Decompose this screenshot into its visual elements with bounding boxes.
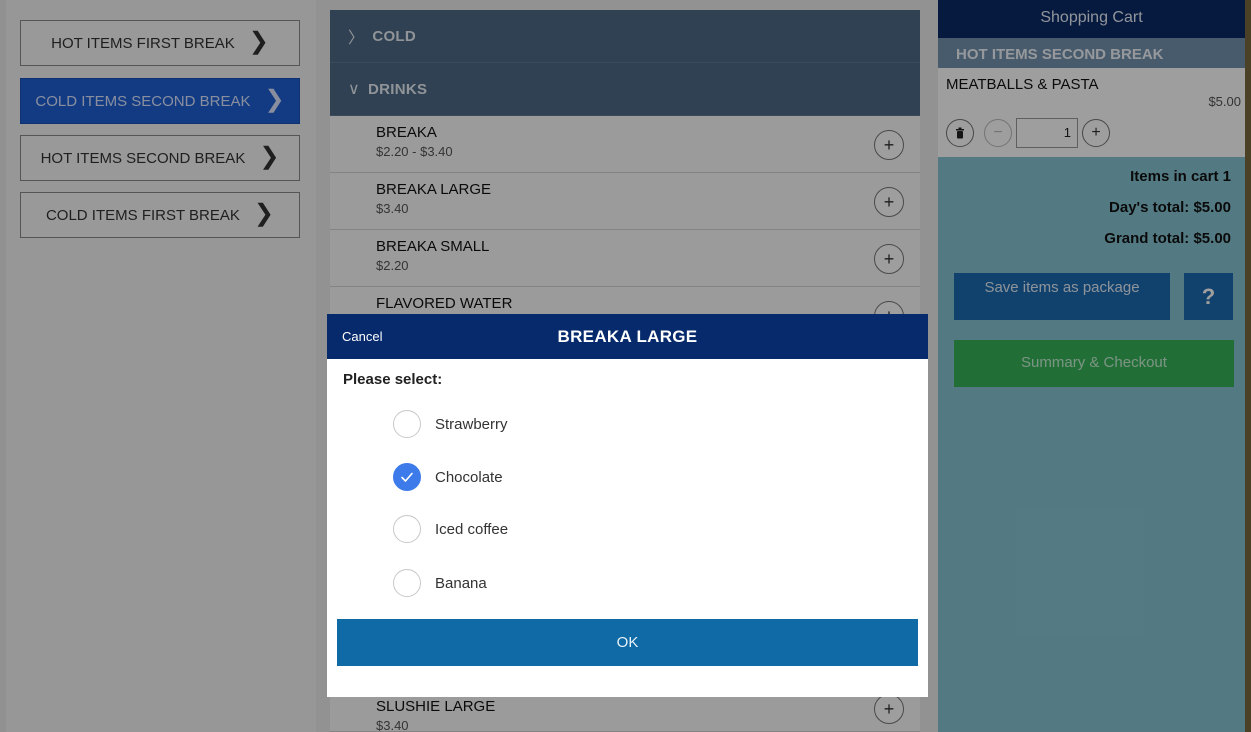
option-label: Chocolate xyxy=(435,468,503,486)
option-banana[interactable]: Banana xyxy=(393,567,487,599)
dialog-header: Cancel BREAKA LARGE xyxy=(327,314,928,359)
option-select-dialog: Cancel BREAKA LARGE Please select: Straw… xyxy=(327,314,928,697)
ok-button[interactable]: OK xyxy=(337,619,918,666)
option-strawberry[interactable]: Strawberry xyxy=(393,408,508,440)
option-label: Strawberry xyxy=(435,415,508,433)
dialog-prompt: Please select: xyxy=(343,371,443,388)
option-iced-coffee[interactable]: Iced coffee xyxy=(393,513,508,545)
dialog-title: BREAKA LARGE xyxy=(557,327,698,346)
radio-button-checked[interactable] xyxy=(393,463,421,491)
radio-button[interactable] xyxy=(393,410,421,438)
radio-button[interactable] xyxy=(393,569,421,597)
radio-button[interactable] xyxy=(393,515,421,543)
option-label: Banana xyxy=(435,574,487,592)
check-icon xyxy=(401,472,413,482)
cancel-button[interactable]: Cancel xyxy=(342,329,382,344)
option-chocolate[interactable]: Chocolate xyxy=(393,461,503,493)
option-label: Iced coffee xyxy=(435,520,509,538)
